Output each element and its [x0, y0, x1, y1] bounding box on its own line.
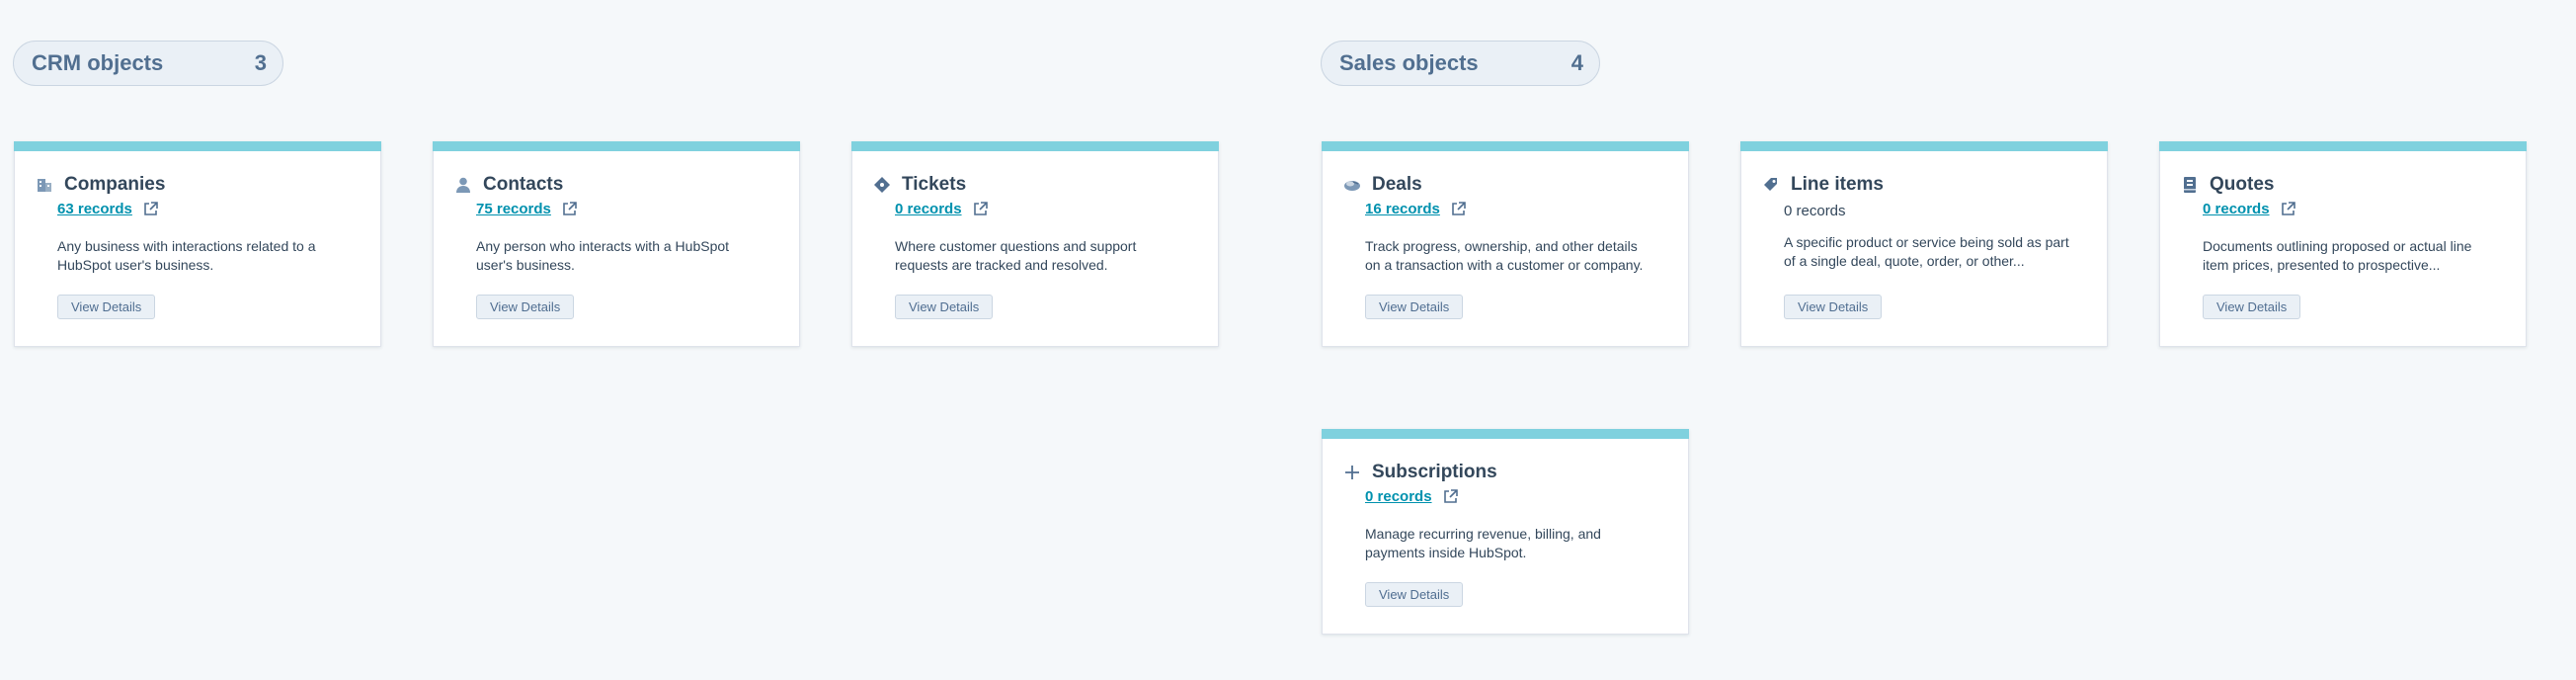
object-card-deals: Deals 16 records Track progress, ownersh…: [1322, 141, 1689, 347]
records-link[interactable]: 0 records: [895, 201, 962, 217]
records-link[interactable]: 0 records: [2203, 201, 2270, 217]
card-title: Quotes: [2210, 174, 2275, 195]
card-title: Companies: [64, 174, 166, 195]
external-link-icon[interactable]: [1450, 201, 1467, 217]
card-description: Manage recurring revenue, billing, and p…: [1365, 526, 1601, 560]
card-description: Documents outlining proposed or actual l…: [2203, 238, 2472, 273]
handshake-icon: [1342, 175, 1362, 195]
card-accent-bar: [1322, 141, 1689, 151]
card-title: Contacts: [483, 174, 564, 195]
card-description: A specific product or service being sold…: [1784, 234, 2069, 269]
records-link[interactable]: 16 records: [1365, 201, 1440, 217]
external-link-icon[interactable]: [1442, 488, 1459, 505]
card-title: Deals: [1372, 174, 1422, 195]
view-details-button[interactable]: View Details: [1365, 295, 1464, 319]
card-title: Line items: [1791, 174, 1884, 195]
view-details-button[interactable]: View Details: [57, 295, 156, 319]
card-accent-bar: [1740, 141, 2108, 151]
view-details-button[interactable]: View Details: [1784, 295, 1883, 319]
group-title: CRM objects: [32, 50, 164, 75]
object-card-quotes: Quotes 0 records Documents outlining pro…: [2159, 141, 2527, 347]
object-card-contacts: Contacts 75 records Any person who inter…: [433, 141, 800, 347]
object-card-tickets: Tickets 0 records Where customer questio…: [851, 141, 1219, 347]
card-accent-bar: [1322, 429, 1689, 439]
card-description: Any person who interacts with a HubSpot …: [476, 238, 730, 273]
sales-objects-group-header: Sales objects 4: [1321, 41, 1600, 86]
group-count: 3: [254, 50, 267, 75]
plus-icon: [1342, 463, 1362, 482]
records-link[interactable]: 0 records: [1365, 488, 1432, 505]
ticket-icon: [872, 175, 892, 195]
card-title: Subscriptions: [1372, 462, 1497, 482]
group-title: Sales objects: [1339, 50, 1479, 75]
external-link-icon[interactable]: [142, 201, 159, 217]
object-card-companies: Companies 63 records Any business with i…: [14, 141, 381, 347]
card-description: Any business with interactions related t…: [57, 238, 316, 273]
view-details-button[interactable]: View Details: [476, 295, 575, 319]
card-description: Where customer questions and support req…: [895, 238, 1137, 273]
card-accent-bar: [851, 141, 1219, 151]
tag-icon: [1761, 175, 1781, 195]
card-description: Track progress, ownership, and other det…: [1365, 238, 1644, 273]
view-details-button[interactable]: View Details: [895, 295, 994, 319]
external-link-icon[interactable]: [2280, 201, 2296, 217]
quote-icon: [2180, 175, 2200, 195]
records-link[interactable]: 75 records: [476, 201, 551, 217]
object-card-line-items: Line items 0 records A specific product …: [1740, 141, 2108, 347]
records-link[interactable]: 63 records: [57, 201, 132, 217]
card-accent-bar: [433, 141, 800, 151]
card-accent-bar: [14, 141, 381, 151]
external-link-icon[interactable]: [561, 201, 578, 217]
external-link-icon[interactable]: [972, 201, 989, 217]
card-accent-bar: [2159, 141, 2527, 151]
records-count: 0 records: [1784, 203, 1846, 219]
card-title: Tickets: [902, 174, 967, 195]
object-card-subscriptions: Subscriptions 0 records Manage recurring…: [1322, 429, 1689, 635]
view-details-button[interactable]: View Details: [1365, 582, 1464, 607]
view-details-button[interactable]: View Details: [2203, 295, 2301, 319]
person-icon: [453, 175, 473, 195]
building-icon: [35, 175, 54, 195]
crm-objects-group-header: CRM objects 3: [13, 41, 283, 86]
group-count: 4: [1570, 50, 1583, 75]
